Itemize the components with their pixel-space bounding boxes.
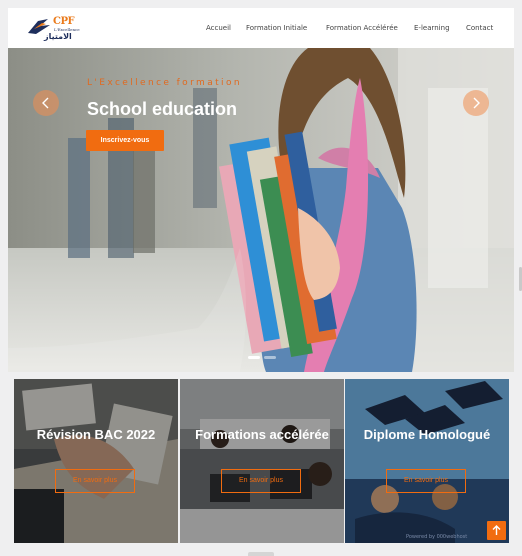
hero-photo xyxy=(8,48,514,372)
nav-formation-initiale[interactable]: Formation Initiale xyxy=(246,24,307,32)
card-more-button[interactable]: En savoir plus xyxy=(55,469,135,493)
slider-next-button[interactable] xyxy=(463,90,489,116)
powered-by-text[interactable]: Powered by 000webhost xyxy=(406,534,467,540)
scroll-to-top-button[interactable] xyxy=(487,521,506,540)
nav-e-learning[interactable]: E-learning xyxy=(414,24,450,32)
logo-name: CPF xyxy=(53,16,75,27)
hero-title: School education xyxy=(87,99,238,119)
nav-contact[interactable]: Contact xyxy=(466,24,493,32)
card-diplome-homologue-photo xyxy=(345,379,509,543)
nav-accueil[interactable]: Accueil xyxy=(206,24,231,32)
card-diplome-homologue: Diplome Homologué En savoir plus xyxy=(345,379,509,543)
arrow-up-icon xyxy=(492,525,501,535)
chevron-left-icon xyxy=(42,97,49,109)
card-title: Révision BAC 2022 xyxy=(36,427,156,442)
hero-slider: L'Excellence formation School education … xyxy=(8,48,514,372)
card-formations-acceleree: Formations accélérée En savoir plus xyxy=(180,379,344,543)
site-logo[interactable]: CPF L'Excellence الامتياز xyxy=(26,14,80,44)
slider-dot-1[interactable] xyxy=(248,356,260,359)
card-title: Diplome Homologué xyxy=(363,427,491,442)
slider-dot-2[interactable] xyxy=(264,356,276,359)
card-title: Formations accélérée xyxy=(195,427,329,442)
card-revision-bac-photo xyxy=(14,379,178,543)
hero-tagline: L'Excellence formation xyxy=(87,78,242,88)
bottom-bar-handle xyxy=(248,552,274,556)
card-revision-bac: Révision BAC 2022 En savoir plus xyxy=(14,379,178,543)
nav-formation-acceleree[interactable]: Formation Accélérée xyxy=(326,24,398,32)
chevron-right-icon xyxy=(473,97,480,109)
card-more-button[interactable]: En savoir plus xyxy=(221,469,301,493)
hero-signup-button[interactable]: Inscrivez-vous xyxy=(86,130,164,151)
card-more-button[interactable]: En savoir plus xyxy=(386,469,466,493)
logo-arabic: الامتياز xyxy=(44,32,72,41)
slider-prev-button[interactable] xyxy=(33,90,59,116)
top-navbar: CPF L'Excellence الامتياز Accueil Format… xyxy=(8,8,514,48)
card-formations-acceleree-photo xyxy=(180,379,344,543)
